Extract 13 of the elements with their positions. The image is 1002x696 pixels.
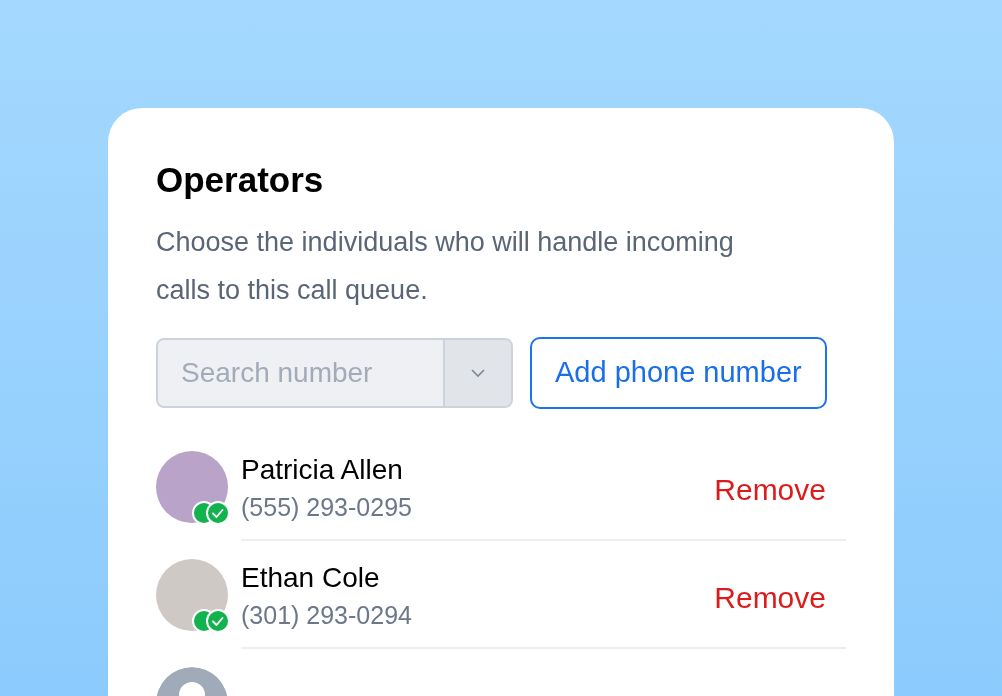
- operator-phone: (301) 293-0294: [241, 600, 413, 631]
- remove-button[interactable]: Remove: [714, 575, 826, 620]
- search-input[interactable]: Search number: [158, 340, 443, 406]
- remove-button[interactable]: Remove: [714, 467, 826, 512]
- operator-name: Ethan Cole: [241, 561, 381, 595]
- operator-phone: (555) 293-0295: [241, 492, 413, 523]
- operator-name: Patricia Allen: [241, 453, 404, 487]
- chevron-down-icon: [470, 368, 486, 378]
- card-title: Operators: [156, 160, 325, 200]
- dropdown-button[interactable]: [443, 340, 511, 406]
- search-field[interactable]: Search number: [156, 338, 513, 408]
- add-phone-number-button[interactable]: Add phone number: [530, 337, 827, 409]
- card-description: Choose the individuals who will handle incoming calls to this call queue.: [156, 226, 735, 307]
